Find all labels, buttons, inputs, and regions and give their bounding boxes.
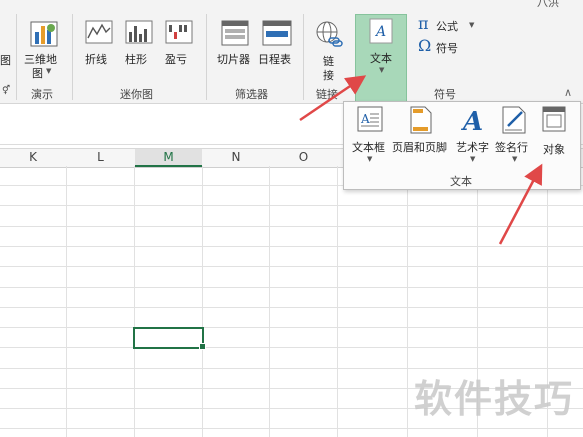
3d-map-button[interactable]: 三维地 图 ▼ [24, 20, 62, 82]
equation-label: 公式 [436, 20, 458, 33]
chevron-down-icon: ▼ [46, 67, 52, 75]
symbol-button[interactable]: Ω 符号 [418, 36, 468, 57]
sparkline-line-icon [85, 20, 113, 44]
3d-map-label-2: 图 [32, 67, 43, 80]
chevron-down-icon: ▼ [367, 155, 373, 163]
equation-button[interactable]: π 公式 ▼ [418, 14, 478, 35]
active-cell[interactable] [133, 327, 204, 349]
divider [16, 14, 17, 100]
header-footer-icon [410, 106, 432, 134]
slicer-icon [221, 20, 249, 46]
hyperlink-icon [316, 21, 343, 47]
text-dropdown-panel: A 文本框 ▼ 页眉和页脚 A 艺术字 ▼ 签名行 ▼ 对象 文本 [343, 101, 581, 190]
object-label: 对象 [543, 143, 565, 156]
sparkline-winloss-label: 盈亏 [165, 53, 187, 66]
sparkline-winloss-button[interactable]: 盈亏 [162, 20, 196, 70]
svg-text:A: A [360, 112, 370, 126]
timeline-label: 日程表 [258, 53, 291, 66]
sparkline-line-button[interactable]: 折线 [82, 20, 116, 70]
object-button[interactable]: 对象 [536, 106, 576, 156]
signature-line-icon [502, 106, 526, 134]
globe-map-icon [30, 21, 58, 47]
column-header-k[interactable]: K [0, 149, 66, 166]
column-header-o[interactable]: O [270, 149, 337, 166]
slicer-label: 切片器 [217, 53, 250, 66]
svg-text:A: A [374, 24, 386, 40]
column-header-m[interactable]: M [135, 149, 202, 167]
partial-left-label[interactable]: 图 [0, 52, 11, 68]
divider [303, 14, 304, 100]
slicer-button[interactable]: 切片器 [214, 20, 256, 70]
divider [206, 14, 207, 100]
group-links-label: 链接 [316, 88, 338, 101]
text-button[interactable]: A 文本 ▼ [355, 14, 407, 103]
svg-text:A: A [460, 107, 483, 134]
textbox-icon: A [357, 106, 383, 132]
wordart-label: 艺术字 [456, 141, 489, 154]
timeline-icon [262, 20, 292, 46]
group-sparklines-label: 迷你图 [120, 88, 153, 101]
header-footer-button[interactable]: 页眉和页脚 [392, 106, 454, 156]
column-header-l[interactable]: L [67, 149, 134, 166]
chevron-down-icon: ▼ [379, 66, 385, 74]
fill-handle[interactable] [199, 343, 206, 350]
divider [72, 14, 73, 100]
signature-line-label: 签名行 [495, 141, 528, 154]
group-symbols-label: 符号 [434, 88, 456, 101]
textbox-label: 文本框 [352, 141, 385, 154]
wordart-icon: A [460, 107, 483, 134]
signature-line-button[interactable]: 签名行 ▼ [494, 106, 536, 166]
ribbon-top-right-fragment: 八洪 [537, 0, 559, 9]
column-header-n[interactable]: N [203, 149, 269, 166]
pi-icon: π [418, 14, 429, 33]
sparkline-column-label: 柱形 [125, 53, 147, 66]
text-button-label: 文本 [370, 52, 392, 65]
chevron-down-icon: ▼ [469, 21, 475, 29]
collapse-ribbon-icon[interactable]: ∧ [564, 86, 572, 99]
text-dropdown-group-label: 文本 [450, 175, 472, 188]
header-footer-label: 页眉和页脚 [392, 141, 447, 154]
sparkline-winloss-icon [165, 20, 193, 44]
group-demo-label: 演示 [31, 88, 53, 101]
sparkline-line-label: 折线 [85, 53, 107, 66]
timeline-button[interactable]: 日程表 [257, 20, 297, 70]
sparkline-column-icon [125, 20, 153, 44]
chevron-down-icon: ▼ [470, 155, 476, 163]
symbol-label: 符号 [436, 42, 458, 55]
partial-left-group-launcher[interactable]: ⚥ [2, 86, 10, 96]
watermark: 软件技巧 [414, 377, 575, 421]
sparkline-column-button[interactable]: 柱形 [122, 20, 156, 70]
object-icon [542, 106, 566, 132]
hyperlink-label-2: 接 [323, 69, 334, 82]
group-filters-label: 筛选器 [235, 88, 268, 101]
textbox-button[interactable]: A 文本框 ▼ [350, 106, 390, 166]
text-icon: A [369, 18, 393, 44]
hyperlink-button[interactable]: 链 接 [311, 20, 347, 84]
wordart-button[interactable]: A 艺术字 ▼ [454, 106, 494, 166]
chevron-down-icon: ▼ [512, 155, 518, 163]
omega-icon: Ω [418, 36, 432, 55]
